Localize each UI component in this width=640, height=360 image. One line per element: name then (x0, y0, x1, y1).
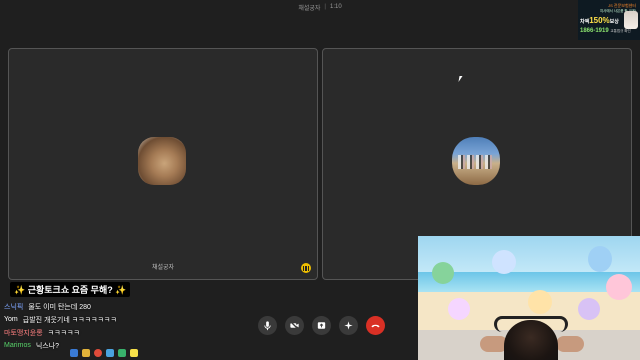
sparkle-icon (344, 321, 353, 330)
ad-portrait-image (624, 11, 638, 29)
header-separator: | (324, 4, 326, 10)
chat-message: 스닉픽 물도 이미 탄는데 280 (4, 300, 244, 313)
call-controls (258, 316, 385, 335)
chat-text: 닉스나? (35, 342, 60, 350)
chat-message: Yom 급발진 개웃기네 ㅋㅋㅋㅋㅋㅋㅋ (4, 313, 244, 326)
meeting-header: 채설궁자 | 1:10 (0, 0, 640, 14)
participant-tile-left[interactable]: 채설궁자 (8, 48, 318, 280)
app-icon[interactable] (118, 349, 126, 357)
folder-icon[interactable] (82, 349, 90, 357)
chat-overlay: 스닉픽 물도 이미 탄는데 280 Yom 급발진 개웃기네 ㅋㅋㅋㅋㅋㅋㅋ 마… (4, 300, 244, 352)
ad-phone: 1866-1919 교통법규 확인 (580, 28, 631, 34)
mic-button[interactable] (258, 316, 277, 335)
chat-text: 급발진 개웃기네 ㅋㅋㅋㅋㅋㅋㅋ (22, 316, 117, 324)
effects-button[interactable] (339, 316, 358, 335)
group-photo-avatar (452, 137, 500, 185)
chrome-icon[interactable] (94, 349, 102, 357)
cat-photo-avatar (138, 137, 186, 185)
chat-text: 물도 이미 탄는데 280 (28, 303, 91, 311)
chat-user: 스닉픽 (4, 303, 24, 311)
meeting-title: 채설궁자 (298, 5, 321, 12)
kakaotalk-icon[interactable] (130, 349, 138, 357)
camera-off-icon (289, 320, 300, 331)
speaking-indicator-icon (301, 263, 311, 273)
chat-text: ㅋㅋㅋㅋㅋ (47, 329, 80, 337)
share-screen-icon (317, 322, 326, 329)
chat-user: Marimos (4, 342, 31, 349)
streamer-webcam (418, 236, 640, 360)
meeting-timer: 1:10 (329, 4, 342, 10)
chat-user: 마토맹지윤롱 (4, 329, 43, 337)
ad-overlay: JS 전문보험센터 지사에서 사은품 팍 크게! 차액150%보상 1866-1… (578, 0, 640, 40)
app-icon[interactable] (106, 349, 114, 357)
taskbar (70, 348, 138, 358)
participant-name: 채설궁자 (151, 265, 175, 271)
chat-message: 마토맹지윤롱 ㅋㅋㅋㅋㅋ (4, 326, 244, 339)
ad-offer: 차액150%보상 (580, 16, 619, 25)
share-screen-button[interactable] (312, 316, 331, 335)
chat-user: Yom (4, 316, 18, 323)
stream-banner: ✨ 근황토크쇼 요즘 무해? ✨ (10, 282, 131, 297)
end-call-button[interactable] (366, 316, 385, 335)
hang-up-icon (371, 324, 380, 328)
camera-button[interactable] (285, 316, 304, 335)
mic-icon (264, 321, 271, 331)
screen: 채설궁자 | 1:10 채설궁자 JS 전문보험센터 지사에서 사은품 팍 크게… (0, 0, 640, 360)
windows-start-icon[interactable] (70, 349, 78, 357)
